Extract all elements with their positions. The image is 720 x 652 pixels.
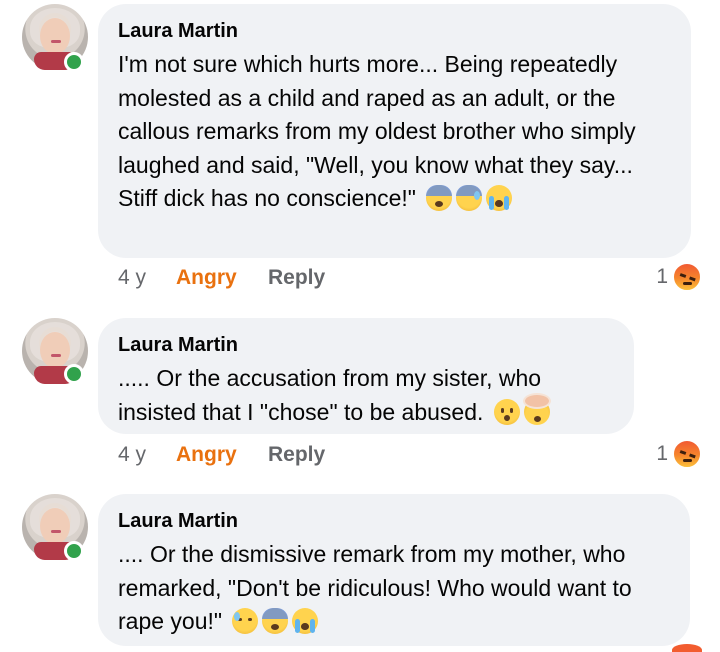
comment-text: .... Or the dismissive remark from my mo… xyxy=(118,538,668,639)
comment-author[interactable]: Laura Martin xyxy=(118,508,668,534)
comment-timestamp[interactable]: 4 y xyxy=(118,441,176,469)
hushed-icon xyxy=(493,398,520,425)
fearful-icon xyxy=(262,608,289,635)
angry-face-icon xyxy=(672,644,702,652)
online-status-icon xyxy=(64,541,84,561)
comment-bubble[interactable]: Laura Martin I'm not sure which hurts mo… xyxy=(98,4,691,258)
comment-body: I'm not sure which hurts more... Being r… xyxy=(118,51,636,212)
reaction-count: 1 xyxy=(656,442,668,465)
comment-text: I'm not sure which hurts more... Being r… xyxy=(118,48,669,216)
crying-icon xyxy=(292,608,319,635)
comment-author[interactable]: Laura Martin xyxy=(118,18,669,44)
exploding-head-icon xyxy=(523,394,550,425)
crying-icon xyxy=(486,185,513,212)
comment-timestamp[interactable]: 4 y xyxy=(118,264,176,292)
online-status-icon xyxy=(64,52,84,72)
sad-sweat-icon xyxy=(232,608,259,635)
comment-bubble[interactable]: Laura Martin ..... Or the accusation fro… xyxy=(98,318,634,434)
comment-actions: 4 y Angry Reply xyxy=(118,441,325,469)
reply-button[interactable]: Reply xyxy=(268,264,325,292)
comment-body: ..... Or the accusation from my sister, … xyxy=(118,365,542,425)
reaction-count: 1 xyxy=(656,265,668,288)
reply-button[interactable]: Reply xyxy=(268,441,325,469)
comment-bubble[interactable]: Laura Martin .... Or the dismissive rema… xyxy=(98,494,690,646)
angry-face-icon xyxy=(672,262,702,292)
angry-face-icon xyxy=(672,439,702,469)
reaction-button[interactable]: Angry xyxy=(176,264,268,292)
online-status-icon xyxy=(64,364,84,384)
reaction-summary[interactable]: 1 xyxy=(656,439,702,469)
comment-actions: 4 y Angry Reply xyxy=(118,264,325,292)
comment-body: .... Or the dismissive remark from my mo… xyxy=(118,541,632,635)
fearful-icon xyxy=(426,185,453,212)
comment-text: ..... Or the accusation from my sister, … xyxy=(118,362,612,429)
cold-sweat-icon xyxy=(456,185,483,212)
reaction-button[interactable]: Angry xyxy=(176,441,268,469)
comment-author[interactable]: Laura Martin xyxy=(118,332,612,358)
reaction-summary[interactable]: 1 xyxy=(656,262,702,292)
